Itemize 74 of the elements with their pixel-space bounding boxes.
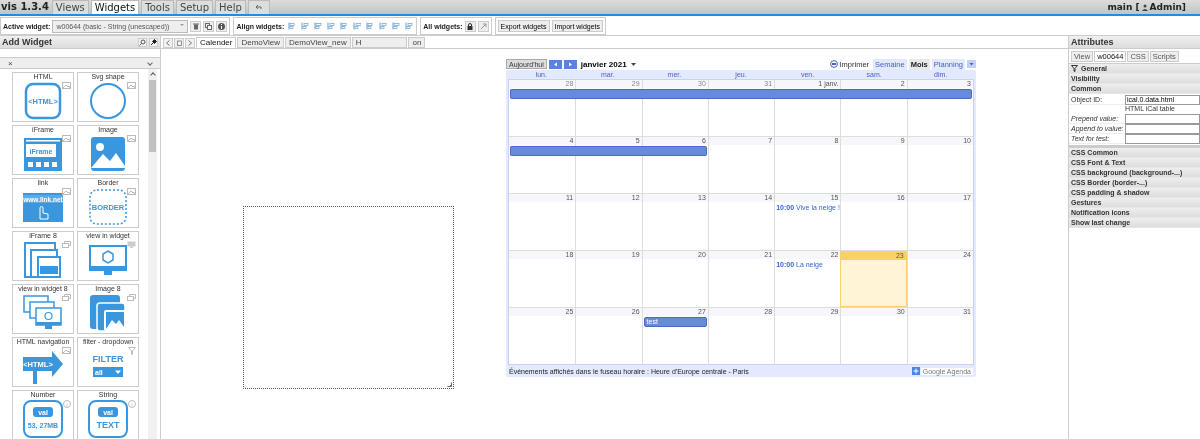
info-icon [63,400,71,408]
info-icon [128,400,136,408]
copy-icon[interactable] [203,20,215,32]
windows-icon [62,294,71,301]
info-icon[interactable] [216,20,228,32]
event-bar-segment[interactable] [906,89,972,99]
page-tab[interactable]: H [351,37,408,48]
image-icon [62,135,71,142]
monitor-icon [127,241,136,248]
dropdown-icon[interactable] [967,60,976,68]
plus-icon[interactable] [911,367,920,375]
forward-icon[interactable] [185,38,195,48]
page-tab[interactable]: DemoView [237,37,284,48]
delete-icon[interactable] [190,20,202,32]
input-field[interactable] [1125,133,1200,144]
app-title: vis 1.3.4 [0,0,50,14]
windows-icon [62,241,71,248]
icon-label: TEXT [96,420,120,430]
iframe8-widget-drawing [23,240,63,280]
align-icon[interactable] [364,20,376,32]
panel-title: Attributes [1071,37,1114,47]
lock-icon[interactable] [464,20,476,32]
menu-tab[interactable]: Help [215,0,246,14]
align-icon[interactable] [286,20,298,32]
align-icon[interactable] [338,20,350,32]
event-bar-segment[interactable] [510,146,576,156]
pin-icon[interactable] [149,37,158,47]
user-icon [1141,3,1148,11]
menu-tab[interactable]: Setup [175,0,213,14]
filter-icon [128,347,136,355]
image8-widget-drawing [88,293,128,333]
scrollbar[interactable] [148,69,157,439]
menu-tab[interactable]: Widgets [90,0,140,14]
filter-icon[interactable] [1071,65,1078,72]
event-bar-segment[interactable] [641,146,707,156]
next-icon[interactable] [563,59,577,69]
align-icon[interactable] [299,20,311,32]
print-icon[interactable] [829,60,838,68]
previous-icon[interactable] [548,59,562,69]
align-icon[interactable] [351,20,363,32]
event-bar-segment[interactable] [510,89,576,99]
widget-filter[interactable]: × [0,58,160,69]
image-icon [127,135,136,142]
resize-grip-icon[interactable] [447,382,452,387]
svg-widget-drawing [88,81,128,121]
align-icon[interactable] [377,20,389,32]
caret-icon [630,62,636,66]
page-tab[interactable]: Calender [196,37,237,48]
menu-tab[interactable]: Tools [141,0,174,14]
align-icon[interactable] [390,20,402,32]
image-widget-drawing [88,134,128,174]
page-tab[interactable]: DemoView_new [285,37,351,48]
input-field[interactable] [1125,113,1200,124]
image-icon [127,82,136,89]
back-icon[interactable] [163,38,173,48]
undo-icon[interactable] [247,0,270,14]
align-icon[interactable] [403,20,415,32]
image-icon [62,82,71,89]
page-tab[interactable]: on [408,37,426,48]
menu-tab[interactable]: Views [51,0,89,14]
panel-title: Add Widget [2,37,52,47]
project-label: main [ [1107,1,1140,14]
image-icon [62,188,71,195]
align-icon[interactable] [325,20,337,32]
windows-icon [127,294,136,301]
align-icon[interactable] [312,20,324,32]
month-picker[interactable]: janvier 2021 [578,59,627,69]
search-icon[interactable] [138,37,147,47]
icon-label: FILTER [92,354,124,364]
user-name: Admin] [1149,1,1187,14]
trash-icon[interactable] [174,38,184,48]
input-field[interactable] [1125,123,1200,134]
image-icon [62,347,71,354]
image-icon [127,188,136,195]
